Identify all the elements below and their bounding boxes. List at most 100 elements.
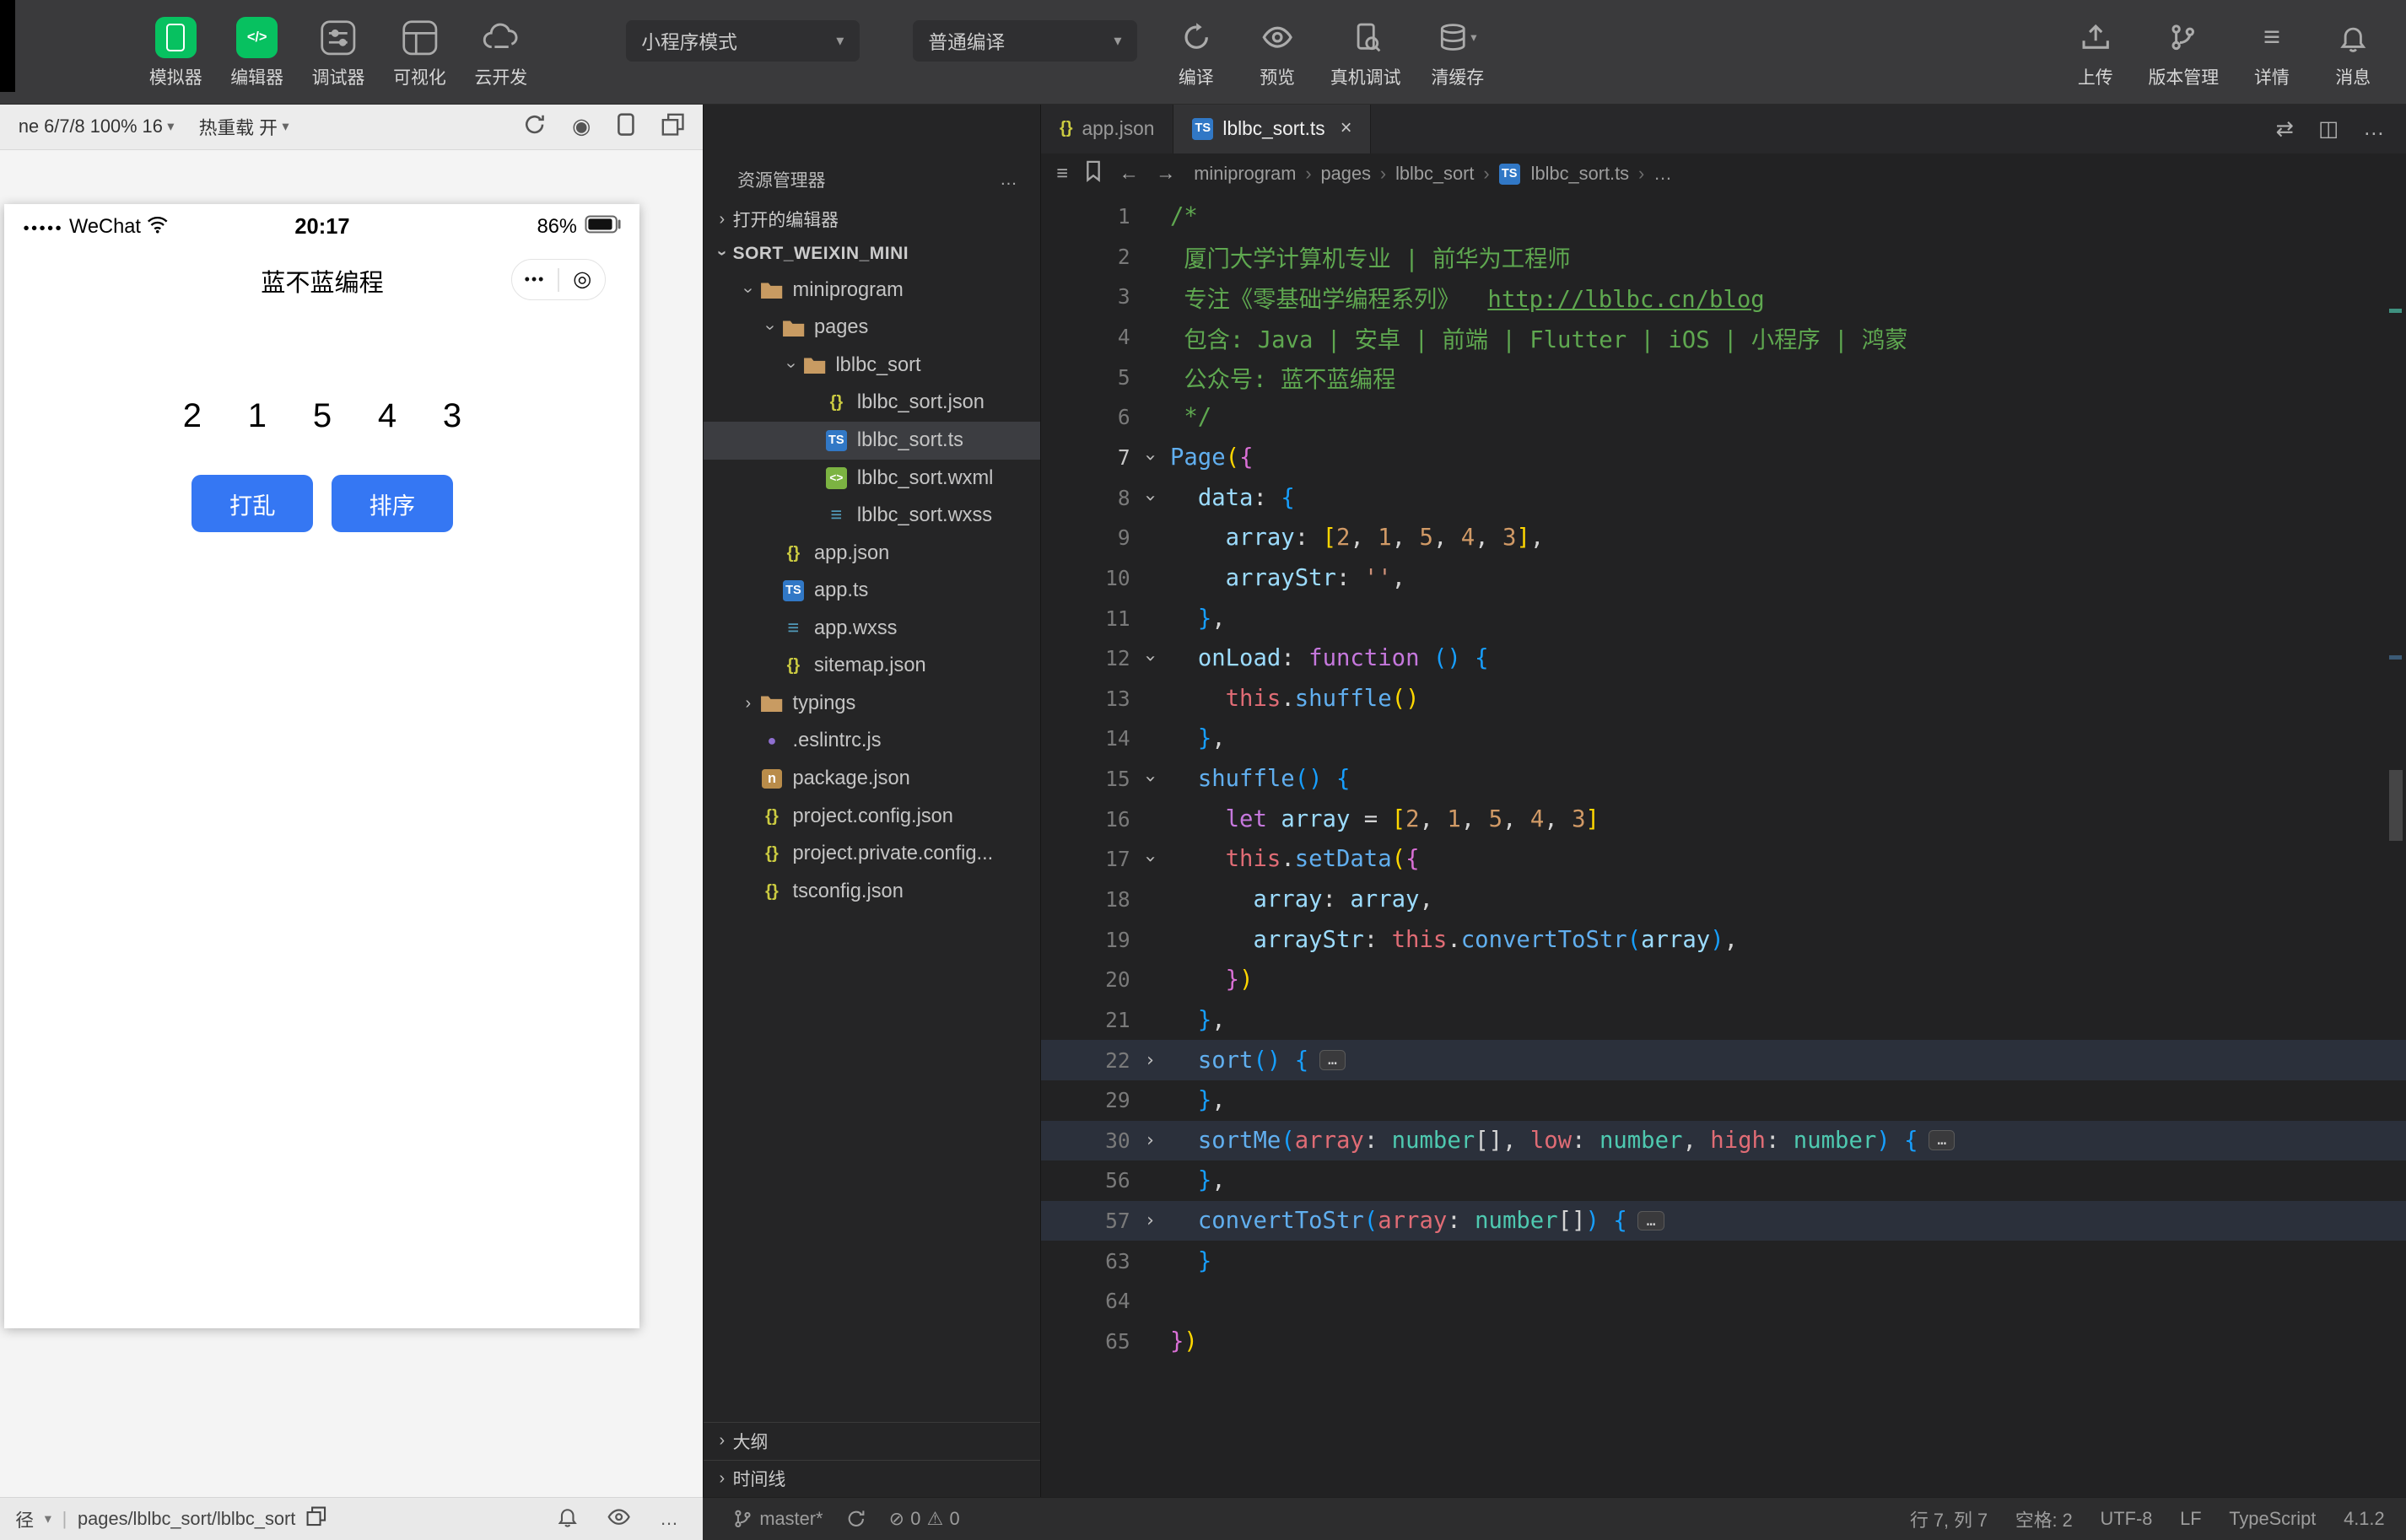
code-line[interactable]: 65}) xyxy=(1041,1322,2406,1362)
tree-item[interactable]: TS lblbc_sort.ts xyxy=(704,422,1041,460)
code-line[interactable]: 22 › sort() {… xyxy=(1041,1040,2406,1080)
tree-item[interactable]: ≡ app.wxss xyxy=(704,610,1040,648)
more-actions-icon[interactable]: … xyxy=(660,1508,678,1530)
code-line[interactable]: 5 公众号: 蓝不蓝编程 xyxy=(1041,357,2406,397)
more-actions-icon[interactable]: … xyxy=(1000,170,1019,190)
fold-open-icon[interactable]: › xyxy=(1140,839,1161,879)
open-editors-section[interactable]: › 打开的编辑器 xyxy=(704,202,1040,236)
tree-item[interactable]: TS app.ts xyxy=(704,572,1040,610)
code-line[interactable]: 1 /* xyxy=(1041,197,2406,237)
code-line[interactable]: 30 › sortMe(array: number[], low: number,… xyxy=(1041,1120,2406,1161)
fold-closed-icon[interactable]: › xyxy=(1130,1130,1170,1151)
code-line[interactable]: 19 arrayStr: this.convertToStr(array), xyxy=(1041,919,2406,960)
code-line[interactable]: 9 array: [2, 1, 5, 4, 3], xyxy=(1041,518,2406,558)
code-line[interactable]: 56 }, xyxy=(1041,1160,2406,1201)
code-editor[interactable]: 1/* 2 厦门大学计算机专业 | 前华为工程师 3 专注《零基础学编程系列》 ht… xyxy=(1041,195,2406,1497)
code-line[interactable]: 12 › onLoad: function () { xyxy=(1041,638,2406,679)
code-line[interactable]: 20 }) xyxy=(1041,960,2406,1000)
hot-reload-toggle[interactable]: 热重载 开 xyxy=(199,114,278,140)
swap-editors-icon[interactable]: ⇄ xyxy=(2276,116,2294,142)
visualization-tool-button[interactable]: 可视化 xyxy=(379,17,460,89)
sync-icon[interactable] xyxy=(846,1509,866,1529)
tree-item[interactable]: ≡ lblbc_sort.wxss xyxy=(704,497,1040,535)
folded-code-badge[interactable]: … xyxy=(1637,1210,1664,1231)
code-line[interactable]: 6 */ xyxy=(1041,397,2406,438)
chevron-collapsed-icon[interactable]: › xyxy=(737,694,758,713)
tree-item[interactable]: › lblbc_sort xyxy=(704,347,1040,385)
timeline-section[interactable]: › 时间线 xyxy=(704,1459,1041,1498)
version-control-button[interactable]: 版本管理 xyxy=(2136,17,2231,89)
tree-item[interactable]: › miniprogram xyxy=(704,272,1040,310)
back-icon[interactable]: ← xyxy=(1119,163,1139,186)
fold-open-icon[interactable]: › xyxy=(1140,438,1161,477)
forward-icon[interactable]: → xyxy=(1156,163,1176,186)
chevron-expanded-icon[interactable]: › xyxy=(738,279,758,300)
compile-button[interactable]: 编译 xyxy=(1156,17,1237,89)
tree-item[interactable]: {} app.json xyxy=(704,535,1040,573)
tree-item[interactable]: <> lblbc_sort.wxml xyxy=(704,460,1040,498)
breadcrumb-item[interactable]: lblbc_sort xyxy=(1395,163,1474,185)
code-line[interactable]: 4 包含: Java | 安卓 | 前端 | Flutter | iOS | 小… xyxy=(1041,317,2406,358)
indent-setting[interactable]: 空格: 2 xyxy=(2015,1506,2073,1532)
device-frame-icon[interactable] xyxy=(617,113,635,141)
folded-code-badge[interactable]: … xyxy=(1319,1049,1346,1070)
record-icon[interactable]: ◉ xyxy=(572,116,591,137)
device-selector[interactable]: ne 6/7/8 100% 16 xyxy=(19,116,163,137)
refresh-icon[interactable] xyxy=(523,113,546,141)
code-line[interactable]: 13 this.shuffle() xyxy=(1041,678,2406,719)
code-line[interactable]: 15 › shuffle() { xyxy=(1041,759,2406,800)
tree-item[interactable]: ● .eslintrc.js xyxy=(704,723,1040,761)
breadcrumb-item[interactable]: pages xyxy=(1321,163,1371,185)
outline-section[interactable]: › 大纲 xyxy=(704,1421,1041,1460)
code-line[interactable]: 8 › data: { xyxy=(1041,477,2406,518)
code-line[interactable]: 18 array: array, xyxy=(1041,880,2406,920)
tab-lblbc-sort-ts[interactable]: TS lblbc_sort.ts × xyxy=(1173,104,1372,153)
fold-open-icon[interactable]: › xyxy=(1140,638,1161,678)
bookmark-icon[interactable] xyxy=(1085,160,1102,187)
outline-list-icon[interactable]: ≡ xyxy=(1056,163,1068,186)
problems-indicator[interactable]: ⊘ 0 ⚠ 0 xyxy=(889,1508,960,1530)
path-mode-label[interactable]: 径 xyxy=(15,1506,34,1532)
cloud-dev-tool-button[interactable]: 云开发 xyxy=(461,17,542,89)
sort-button[interactable]: 排序 xyxy=(331,475,453,532)
cursor-position[interactable]: 行 7, 列 7 xyxy=(1910,1506,1988,1532)
editor-scrollbar[interactable] xyxy=(2385,195,2406,1497)
breadcrumb-item[interactable]: miniprogram xyxy=(1194,163,1296,185)
tree-item[interactable]: {} project.private.config... xyxy=(704,835,1040,873)
breadcrumb-item[interactable]: lblbc_sort.ts xyxy=(1531,163,1629,185)
split-editor-icon[interactable]: ◫ xyxy=(2318,116,2339,142)
code-line[interactable]: 10 arrayStr: '', xyxy=(1041,558,2406,599)
clear-cache-button[interactable]: ▾ 清缓存 xyxy=(1413,17,1502,89)
code-line[interactable]: 2 厦门大学计算机专业 | 前华为工程师 xyxy=(1041,236,2406,277)
notifications-icon[interactable] xyxy=(557,1505,578,1532)
code-line[interactable]: 64 xyxy=(1041,1281,2406,1322)
messages-button[interactable]: 消息 xyxy=(2312,17,2393,89)
close-capsule-icon[interactable]: ◎ xyxy=(559,268,605,290)
copy-path-icon[interactable] xyxy=(306,1506,326,1532)
preview-button[interactable]: 预览 xyxy=(1237,17,1318,89)
git-branch-indicator[interactable]: master* xyxy=(733,1508,823,1530)
code-line[interactable]: 29 }, xyxy=(1041,1080,2406,1121)
code-line[interactable]: 11 }, xyxy=(1041,598,2406,638)
screenshot-icon[interactable] xyxy=(661,113,684,141)
editor-tool-button[interactable]: </> 编辑器 xyxy=(216,17,297,89)
tree-item[interactable]: › pages xyxy=(704,309,1040,347)
code-line[interactable]: 7 › Page({ xyxy=(1041,438,2406,478)
project-root-section[interactable]: › SORT_WEIXIN_MINI xyxy=(704,236,1040,272)
tab-app-json[interactable]: {} app.json xyxy=(1041,104,1174,153)
chevron-expanded-icon[interactable]: › xyxy=(781,355,801,376)
language-mode[interactable]: TypeScript xyxy=(2229,1508,2316,1530)
tree-item[interactable]: › typings xyxy=(704,685,1040,723)
code-line[interactable]: 16 let array = [2, 1, 5, 4, 3] xyxy=(1041,799,2406,839)
fold-open-icon[interactable]: › xyxy=(1140,759,1161,799)
debugger-tool-button[interactable]: 调试器 xyxy=(298,17,379,89)
encoding-setting[interactable]: UTF-8 xyxy=(2101,1508,2153,1530)
fold-open-icon[interactable]: › xyxy=(1140,477,1161,517)
code-line[interactable]: 3 专注《零基础学编程系列》 http://lblbc.cn/blog xyxy=(1041,277,2406,317)
fold-closed-icon[interactable]: › xyxy=(1130,1050,1170,1071)
eye-icon[interactable] xyxy=(607,1505,631,1533)
compile-mode-dropdown[interactable]: 普通编译 ▾ xyxy=(913,19,1137,62)
chevron-expanded-icon[interactable]: › xyxy=(760,317,780,338)
menu-dots-icon[interactable]: ••• xyxy=(512,271,558,288)
code-line[interactable]: 63 } xyxy=(1041,1241,2406,1281)
